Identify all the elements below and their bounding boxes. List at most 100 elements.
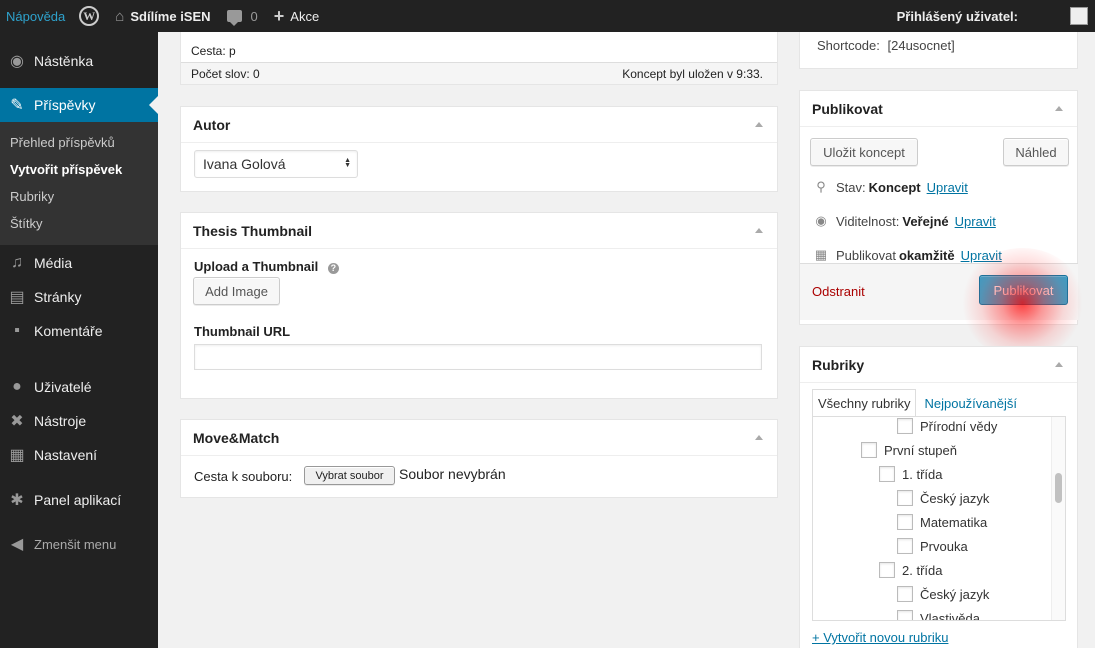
admin-bar: Nápověda W ⌂ Sdílíme iSEN 0 + Akce Přihl… (0, 0, 1095, 32)
visibility-label: Viditelnost: (836, 213, 900, 229)
tab-most-used[interactable]: Nejpoužívanější (919, 389, 1022, 417)
category-checkbox[interactable] (897, 610, 913, 620)
list-item[interactable]: 2. třída (879, 562, 942, 578)
autosave-status: Koncept byl uložen v 9:33. (622, 67, 763, 81)
sidebar-item-posts[interactable]: ✎ Příspěvky (0, 88, 158, 122)
submenu-new-post[interactable]: Vytvořit příspěvek (10, 162, 122, 177)
category-label: První stupeň (884, 442, 957, 458)
add-image-button[interactable]: Add Image (193, 277, 280, 305)
list-item[interactable]: 1. třída (879, 466, 942, 482)
categories-box-header[interactable]: Rubriky (800, 347, 1077, 383)
shortcode-value: [24usocnet] (887, 38, 955, 53)
movematch-box-title: Move&Match (193, 429, 280, 446)
category-label: Prvouka (920, 538, 968, 554)
category-label: 2. třída (902, 562, 943, 578)
list-item[interactable]: Přírodní vědy (897, 418, 997, 434)
author-select[interactable]: Ivana Golová ▲ ▼ (194, 150, 358, 178)
sidebar-item-media[interactable]: ♫ Média (0, 246, 158, 280)
toggle-arrow-icon[interactable] (755, 435, 763, 440)
movematch-box-header[interactable]: Move&Match (181, 420, 777, 456)
schedule-row: ▦ Publikovat okamžitě Upravit (812, 247, 1002, 263)
submenu-all-posts[interactable]: Přehled příspěvků (10, 135, 115, 150)
sidebar-item-label: Komentáře (34, 323, 103, 339)
add-category-link[interactable]: + Vytvořit novou rubriku (812, 630, 948, 645)
category-checkbox[interactable] (861, 442, 877, 458)
sidebar-item-label: Nástěnka (34, 53, 94, 69)
admin-sidebar: ◉ Nástěnka ✎ Příspěvky Přehled příspěvků… (0, 32, 158, 648)
select-arrows-icon: ▲ ▼ (344, 157, 351, 169)
publish-box-header[interactable]: Publikovat (800, 91, 1077, 127)
editor-footer: Cesta: p Počet slov: 0 Koncept byl ulože… (180, 32, 778, 85)
list-item[interactable]: První stupeň (861, 442, 957, 458)
category-label: Vlastivěda (920, 610, 980, 621)
help-link[interactable]: Nápověda (0, 0, 71, 32)
publish-button[interactable]: Publikovat (979, 275, 1068, 305)
sidebar-item-label: Nástroje (34, 413, 87, 429)
category-checkbox[interactable] (897, 538, 913, 554)
list-item[interactable]: Matematika (897, 514, 987, 530)
list-item[interactable]: Prvouka (897, 538, 968, 554)
edit-status-link[interactable]: Upravit (927, 180, 968, 195)
sidebar-item-label: Nastavení (34, 447, 98, 463)
help-icon[interactable]: ? (327, 263, 339, 274)
pin-status-icon: ⚲ (816, 179, 826, 194)
movematch-box: Move&Match Cesta k souboru: Vybrat soubo… (180, 419, 778, 498)
author-select-value: Ivana Golová (203, 156, 286, 172)
category-checkbox[interactable] (897, 514, 913, 530)
sidebar-item-pages[interactable]: ▤ Stránky (0, 280, 158, 314)
category-checkbox[interactable] (897, 586, 913, 602)
wordpress-logo-button[interactable]: W (71, 0, 107, 32)
toggle-arrow-icon[interactable] (755, 228, 763, 233)
thumbnail-box-header[interactable]: Thesis Thumbnail (181, 213, 777, 249)
user-greeting[interactable]: Přihlášený uživatel: (897, 9, 1018, 24)
edit-schedule-link[interactable]: Upravit (961, 248, 1002, 263)
avatar[interactable] (1070, 7, 1088, 25)
category-checkbox[interactable] (879, 562, 895, 578)
scrollbar[interactable] (1051, 417, 1065, 620)
sidebar-item-settings[interactable]: ▦ Nastavení (0, 438, 158, 472)
categories-box: Rubriky Všechny rubriky Nejpoužívanější … (799, 346, 1078, 648)
tab-all-categories[interactable]: Všechny rubriky (812, 389, 917, 417)
save-draft-button[interactable]: Uložit koncept (810, 138, 918, 166)
preview-button[interactable]: Náhled (1003, 138, 1069, 166)
author-box-header[interactable]: Autor (181, 107, 777, 143)
choose-file-button[interactable]: Vybrat soubor (304, 466, 395, 485)
toggle-arrow-icon[interactable] (1055, 106, 1063, 111)
new-content-link[interactable]: + Akce (266, 0, 327, 32)
category-checkbox[interactable] (897, 490, 913, 506)
category-label: Český jazyk (920, 586, 990, 602)
delete-link[interactable]: Odstranit (812, 284, 865, 299)
posts-submenu: Přehled příspěvků Vytvořit příspěvek Rub… (0, 122, 158, 245)
collapse-arrow-icon: ◀ (10, 536, 24, 553)
visibility-value: Veřejné (902, 213, 949, 229)
gear-icon: ✱ (10, 492, 24, 509)
list-item[interactable]: Český jazyk (897, 490, 989, 506)
toggle-arrow-icon[interactable] (1055, 362, 1063, 367)
author-box-title: Autor (193, 116, 231, 133)
collapse-menu-button[interactable]: ◀ Zmenšit menu (0, 527, 158, 561)
toggle-arrow-icon[interactable] (755, 122, 763, 127)
list-item[interactable]: Vlastivěda (897, 610, 980, 621)
site-name: Sdílíme iSEN (130, 8, 211, 24)
sidebar-item-comments[interactable]: ▪ Komentáře (0, 314, 158, 348)
shortcode-text: Shortcode: [24usocnet] (817, 38, 955, 53)
scrollbar-thumb[interactable] (1055, 473, 1062, 503)
list-item[interactable]: Český jazyk (897, 586, 989, 602)
comments-link[interactable]: 0 (219, 0, 266, 32)
submenu-tags[interactable]: Štítky (10, 216, 43, 231)
sidebar-item-app-panel[interactable]: ✱ Panel aplikací (0, 483, 158, 517)
schedule-label: Publikovat (836, 247, 896, 263)
thumbnail-url-input[interactable] (194, 344, 762, 370)
site-name-link[interactable]: ⌂ Sdílíme iSEN (107, 0, 218, 32)
visibility-row: ◉ Viditelnost: Veřejné Upravit (812, 213, 996, 229)
category-checkbox[interactable] (897, 418, 913, 434)
comment-icon (226, 10, 242, 26)
collapse-menu-label: Zmenšit menu (34, 536, 117, 552)
media-icon: ♫ (11, 254, 23, 271)
sidebar-item-tools[interactable]: ✖ Nástroje (0, 404, 158, 438)
sidebar-item-users[interactable]: ● Uživatelé (0, 370, 158, 404)
sidebar-item-dashboard[interactable]: ◉ Nástěnka (0, 44, 158, 78)
submenu-categories[interactable]: Rubriky (10, 189, 54, 204)
edit-visibility-link[interactable]: Upravit (955, 214, 996, 229)
category-checkbox[interactable] (879, 466, 895, 482)
